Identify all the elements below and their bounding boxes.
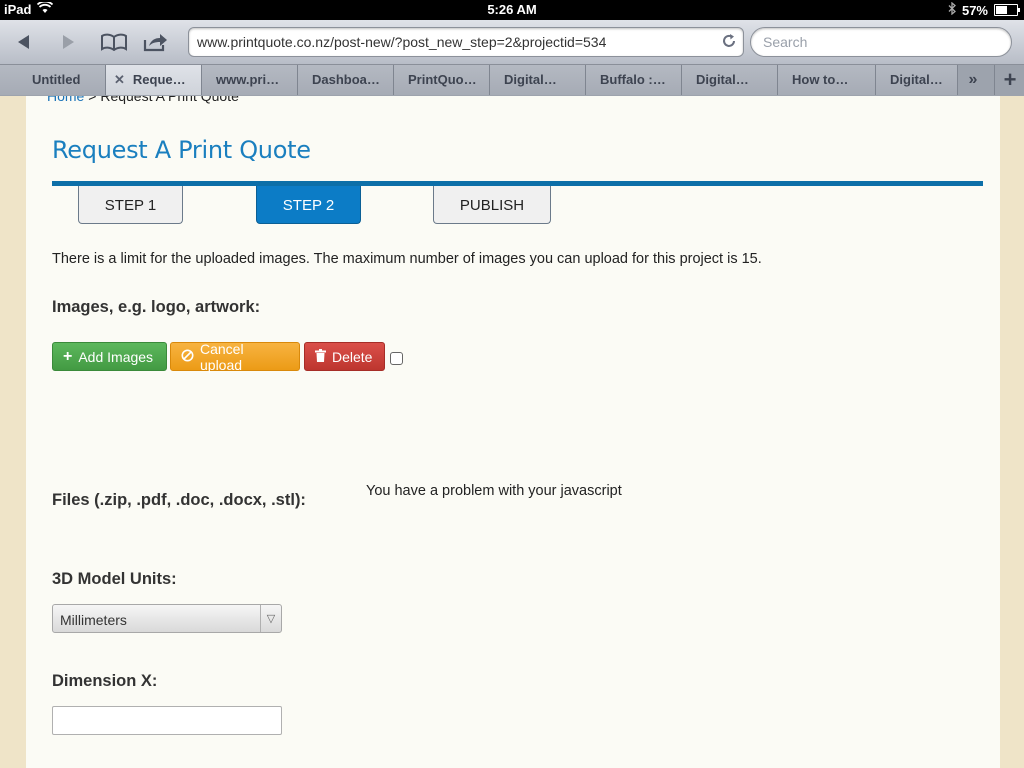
tab-item[interactable]: How to… <box>778 65 876 95</box>
tab-label: Digital… <box>504 72 557 87</box>
tab-item[interactable]: PrintQuo… <box>394 65 490 95</box>
battery-percent: 57% <box>961 2 988 18</box>
share-icon <box>143 34 167 52</box>
tab-label: Digital… <box>696 72 749 87</box>
bluetooth-icon <box>948 1 956 18</box>
tab-item[interactable]: Digital… <box>682 65 778 95</box>
tab-item[interactable]: www.pri… <box>202 65 298 95</box>
plus-icon: + <box>63 347 73 365</box>
reload-icon <box>723 34 735 47</box>
breadcrumb: Home > Request A Print Quote <box>47 96 239 104</box>
units-selected-value: Millimeters <box>60 612 127 628</box>
trash-icon <box>315 348 326 365</box>
battery-icon <box>994 4 1020 16</box>
files-label: Files (.zip, .pdf, .doc, .docx, .stl): <box>52 491 306 509</box>
units-select[interactable]: Millimeters ▽ <box>52 604 282 633</box>
dimension-x-label: Dimension X: <box>52 672 158 690</box>
clock: 5:26 AM <box>487 2 537 17</box>
tab-item[interactable]: Buffalo :… <box>586 65 682 95</box>
cancel-upload-label: Cancel upload <box>200 340 244 373</box>
forward-arrow-icon <box>63 35 74 49</box>
search-placeholder: Search <box>763 34 808 50</box>
page-content: Home > Request A Print Quote Request A P… <box>26 96 1000 768</box>
back-arrow-icon <box>18 35 29 49</box>
select-all-checkbox[interactable] <box>390 352 403 365</box>
delete-label: Delete <box>332 348 373 365</box>
url-text: www.printquote.co.nz/post-new/?post_new_… <box>197 34 607 50</box>
browser-toolbar: www.printquote.co.nz/post-new/?post_new_… <box>0 20 1024 65</box>
tab-label: Digital… <box>890 72 943 87</box>
tab-label: Dashboa… <box>312 72 380 87</box>
tab-label: Buffalo :… <box>600 72 666 87</box>
images-label: Images, e.g. logo, artwork: <box>52 298 261 316</box>
tab-label: www.pri… <box>216 72 280 87</box>
breadcrumb-separator: > <box>84 96 101 104</box>
add-images-label: Add Images <box>78 348 154 365</box>
new-tab-icon[interactable]: + <box>994 65 1024 95</box>
tab-item[interactable]: Digital… <box>876 65 958 95</box>
back-button[interactable] <box>8 26 40 58</box>
reload-button[interactable] <box>721 33 737 54</box>
tab-label: Reque… <box>132 72 186 87</box>
cancel-upload-button[interactable]: Cancel upload <box>170 340 300 373</box>
search-field[interactable]: Search <box>750 27 1012 57</box>
tab-label: PrintQuo… <box>408 72 477 87</box>
tab-label: How to… <box>792 72 849 87</box>
tab-bar: Untitled ✕ Reque… www.pri… Dashboa… Print… <box>0 65 1024 96</box>
close-tab-icon[interactable]: ✕ <box>114 72 125 88</box>
tab-step-2[interactable]: STEP 2 <box>256 186 361 224</box>
tab-item[interactable]: Digital… <box>490 65 586 95</box>
javascript-error-message: You have a problem with your javascript <box>366 483 622 499</box>
share-button[interactable] <box>140 26 172 58</box>
tab-step-1[interactable]: STEP 1 <box>78 186 183 224</box>
tab-publish[interactable]: PUBLISH <box>433 186 551 224</box>
book-icon <box>101 33 127 51</box>
breadcrumb-home-link[interactable]: Home <box>47 96 84 104</box>
bookmarks-button[interactable] <box>98 26 130 58</box>
page-title: Request A Print Quote <box>52 136 311 164</box>
upload-limit-notice: There is a limit for the uploaded images… <box>52 251 762 267</box>
chevron-down-icon: ▽ <box>260 605 281 632</box>
status-bar: iPad 5:26 AM 57% <box>0 0 1024 20</box>
breadcrumb-current: Request A Print Quote <box>100 96 239 104</box>
tab-item-active[interactable]: ✕ Reque… <box>106 65 202 95</box>
ban-icon <box>181 349 194 365</box>
tab-item[interactable]: Dashboa… <box>298 65 394 95</box>
address-bar[interactable]: www.printquote.co.nz/post-new/?post_new_… <box>188 27 744 57</box>
tab-label: Untitled <box>32 72 81 87</box>
add-images-button[interactable]: + Add Images <box>52 342 167 371</box>
delete-button[interactable]: Delete <box>304 342 385 371</box>
tab-item[interactable]: Untitled <box>0 65 106 95</box>
forward-button[interactable] <box>52 26 84 58</box>
dimension-x-field[interactable] <box>52 706 282 735</box>
more-tabs-icon[interactable]: » <box>958 65 988 95</box>
units-label: 3D Model Units: <box>52 570 177 588</box>
